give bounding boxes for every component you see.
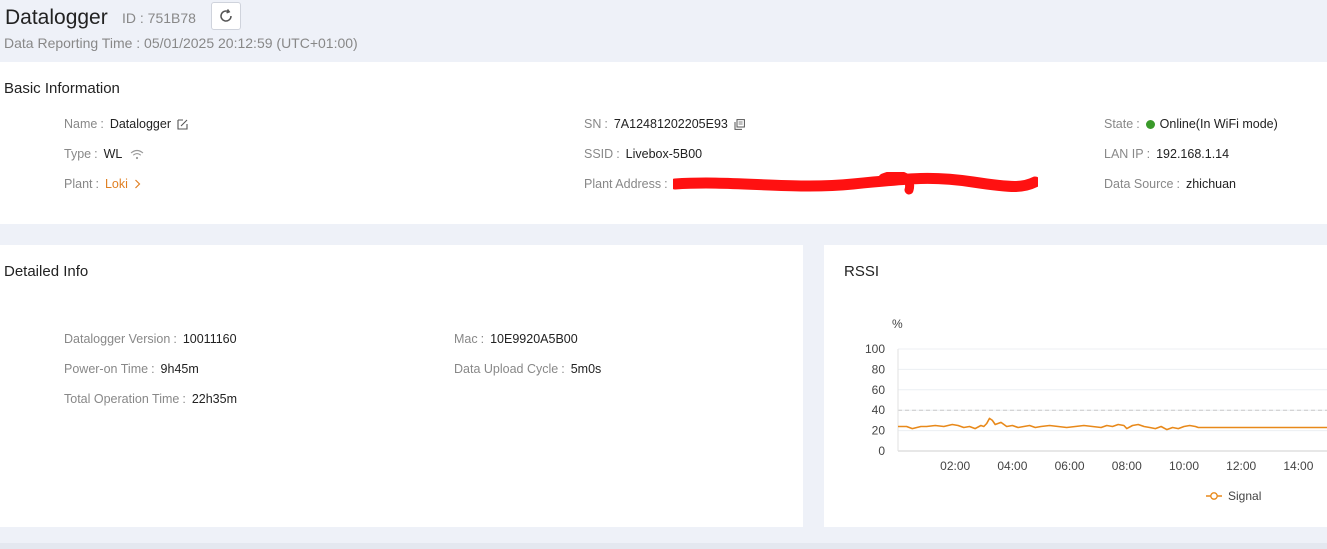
power-on-label: Power-on Time (64, 362, 149, 376)
state-value: Online(In WiFi mode) (1159, 117, 1278, 131)
upload-cycle-row: Data Upload Cycle: 5m0s (454, 362, 602, 376)
x-tick-label: 12:00 (1226, 459, 1256, 473)
total-operation-value: 22h35m (191, 392, 238, 406)
lan-ip-row: LAN IP: 192.168.1.14 (1104, 147, 1230, 161)
chevron-right-icon[interactable] (134, 179, 141, 189)
version-value: 10011160 (182, 332, 237, 346)
redaction-scribble (673, 172, 1038, 195)
report-time: Data Reporting Time : 05/01/2025 20:12:5… (4, 35, 358, 51)
x-tick-label: 08:00 (1112, 459, 1142, 473)
x-tick-label: 06:00 (1055, 459, 1085, 473)
lan-ip-value: 192.168.1.14 (1156, 147, 1230, 161)
y-tick-label: 100 (865, 342, 885, 356)
sn-label: SN (584, 117, 602, 131)
refresh-icon (220, 9, 232, 22)
basic-information-title: Basic Information (4, 80, 120, 97)
state-row: State: Online(In WiFi mode) (1104, 117, 1278, 131)
type-row: Type: WL (64, 147, 144, 161)
mac-label: Mac (454, 332, 478, 346)
upload-cycle-label: Data Upload Cycle (454, 362, 559, 376)
name-row: Name: Datalogger (64, 117, 188, 131)
sn-value: 7A12481202205E93 (613, 117, 728, 131)
page-header: Datalogger ID : 751B78 Data Reporting Ti… (0, 0, 1327, 62)
x-tick-label: 04:00 (997, 459, 1027, 473)
detailed-info-card: Detailed Info Datalogger Version: 100111… (0, 245, 803, 527)
name-value: Datalogger (109, 117, 171, 131)
plant-address-row: Plant Address: (584, 177, 668, 191)
legend-swatch-marker (1210, 492, 1218, 500)
plant-label: Plant (64, 177, 93, 191)
page-title: Datalogger (5, 6, 108, 29)
x-tick-label: 02:00 (940, 459, 970, 473)
refresh-button[interactable] (211, 2, 241, 30)
power-on-row: Power-on Time: 9h45m (64, 362, 199, 376)
device-id: ID : 751B78 (122, 10, 196, 26)
x-tick-label: 10:00 (1169, 459, 1199, 473)
total-operation-row: Total Operation Time: 22h35m (64, 392, 238, 406)
mac-value: 10E9920A5B00 (490, 332, 578, 346)
name-label: Name (64, 117, 98, 131)
rssi-card: RSSI % 0 20 40 60 80 100 02:00 04:00 06:00 08:00 10… (824, 245, 1327, 527)
total-operation-label: Total Operation Time (64, 392, 180, 406)
ssid-value: Livebox-5B00 (625, 147, 703, 161)
detailed-info-title: Detailed Info (4, 263, 89, 280)
y-axis-unit-label: % (892, 317, 903, 331)
rssi-chart: % 0 20 40 60 80 100 02:00 04:00 06:00 08:00 10:00 12… (865, 317, 1327, 503)
ssid-label: SSID (584, 147, 614, 161)
online-status-dot (1145, 119, 1155, 129)
plant-row: Plant: Loki (64, 177, 141, 191)
plant-link[interactable]: Loki (105, 177, 128, 191)
y-tick-label: 20 (872, 424, 886, 438)
copy-icon[interactable] (734, 118, 745, 130)
power-on-value: 9h45m (160, 362, 199, 376)
basic-information-card: Basic Information Name: Datalogger Type:… (0, 62, 1327, 224)
y-tick-label: 80 (872, 362, 886, 376)
data-source-row: Data Source: zhichuan (1104, 177, 1237, 191)
type-label: Type (64, 147, 92, 161)
type-value: WL (103, 147, 123, 161)
sn-row: SN: 7A12481202205E93 (584, 117, 745, 131)
lan-ip-label: LAN IP (1104, 147, 1144, 161)
upload-cycle-value: 5m0s (570, 362, 602, 376)
legend-signal-label: Signal (1228, 489, 1261, 503)
wifi-icon (130, 149, 144, 160)
x-tick-label: 14:00 (1283, 459, 1313, 473)
plant-address-label: Plant Address (584, 177, 662, 191)
ssid-row: SSID: Livebox-5B00 (584, 147, 703, 161)
bottom-divider (0, 543, 1327, 549)
y-tick-label: 40 (872, 403, 886, 417)
y-tick-label: 0 (878, 444, 885, 458)
version-row: Datalogger Version: 10011160 (64, 332, 237, 346)
mac-row: Mac: 10E9920A5B00 (454, 332, 578, 346)
y-tick-label: 60 (872, 383, 886, 397)
signal-series-line (898, 417, 1327, 431)
state-label: State (1104, 117, 1134, 131)
data-source-label: Data Source (1104, 177, 1174, 191)
data-source-value: zhichuan (1185, 177, 1237, 191)
version-label: Datalogger Version (64, 332, 171, 346)
edit-icon[interactable] (177, 118, 188, 130)
